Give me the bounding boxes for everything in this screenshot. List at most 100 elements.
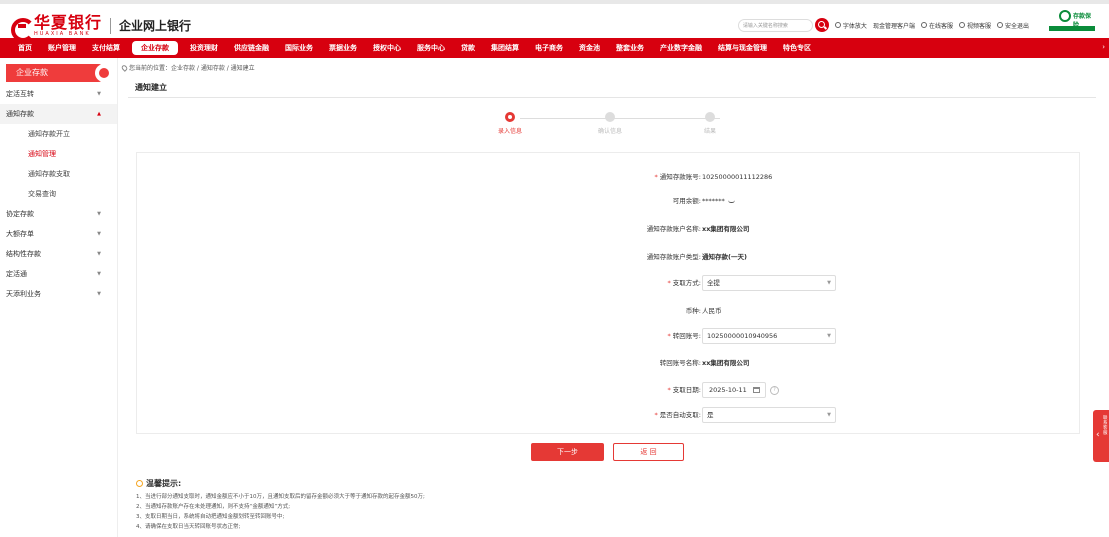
sidebar-subitem[interactable]: 交易查询 (0, 184, 117, 204)
nav-item[interactable]: 结算与现金管理 (710, 38, 775, 58)
nav-item[interactable]: 企业存款 (132, 41, 178, 55)
tip-item: 3、支取日期当日，系统将自动把通知金额划转至转回账号中; (136, 514, 285, 520)
field-transfer-account-name: 转回账号名称: xx集团有限公司 (137, 355, 1081, 371)
account-name-value: xx集团有限公司 (702, 225, 750, 233)
top-header: 华夏银行 HUAXIA BANK 企业网上银行 请输入关键名称搜索 字体放大 现… (0, 0, 1109, 42)
chevron-left-icon: ‹ (1096, 430, 1100, 440)
chevron-down-icon: ▼ (827, 412, 831, 418)
deposit-insurance-logo: 存款保险 (1049, 10, 1095, 36)
tip-item: 1、当进行部分通知支取时，通知金额应不小于10万，且通知支取后的留存金额必须大于… (136, 494, 425, 500)
deposit-insurance-icon (1059, 10, 1071, 22)
chevron-down-icon: ▼ (97, 291, 101, 297)
field-currency: 币种: 人民币 (137, 303, 1081, 319)
nav-item[interactable]: 国际业务 (277, 38, 321, 58)
calendar-icon[interactable] (753, 387, 760, 393)
nav-item[interactable]: 授权中心 (365, 38, 409, 58)
tips-section: 温馨提示: 1、当进行部分通知支取时，通知金额应不小于10万，且通知支取后的留存… (136, 478, 1036, 532)
bank-logo[interactable]: 华夏银行 HUAXIA BANK 企业网上银行 (10, 14, 191, 42)
sidebar-item[interactable]: 通知存款 ▲ (0, 104, 117, 124)
cash-mgmt-client-link[interactable]: 现金管理客户端 (873, 21, 915, 30)
field-account-no: * 通知存款账号: 10250000011112286 (137, 169, 1081, 185)
chevron-down-icon: ▼ (97, 231, 101, 237)
chevron-down-icon: ▼ (827, 280, 831, 286)
online-service-link[interactable]: 在线客服 (920, 21, 953, 30)
sidebar-subitem[interactable]: 通知存款开立 (0, 124, 117, 144)
search-icon[interactable] (814, 18, 829, 32)
tip-item: 2、当通知存款账户存在未处理通知，则不支持“金额通知”方式; (136, 504, 291, 510)
chevron-down-icon: ▼ (97, 271, 101, 277)
nav-item[interactable]: 特色专区 (775, 38, 819, 58)
field-auto-withdraw: * 是否自动支取: 是 ▼ (137, 407, 1081, 423)
chevron-down-icon: ▼ (97, 251, 101, 257)
title-divider (128, 97, 1096, 98)
power-icon (996, 22, 1003, 28)
nav-item[interactable]: 首页 (10, 38, 40, 58)
field-account-type: 通知存款账户类型: 通知存款(一天) (137, 249, 1081, 265)
withdraw-method-select[interactable]: 全提 ▼ (702, 275, 836, 291)
nav-item[interactable]: 票据业务 (321, 38, 365, 58)
font-zoom-link[interactable]: 字体放大 (834, 21, 867, 30)
header-tools: 请输入关键名称搜索 字体放大 现金管理客户端 在线客服 视频客服 安全退出 (737, 18, 1029, 32)
chevron-down-icon: ▼ (97, 91, 101, 97)
step-input: 录入信息 (480, 112, 540, 135)
step-result: 结果 (680, 112, 740, 135)
zoom-icon (834, 22, 841, 28)
nav-item[interactable]: 资金池 (571, 38, 608, 58)
tips-title: 温馨提示: (136, 478, 1036, 489)
step-confirm: 确认信息 (580, 112, 640, 135)
sidebar-item[interactable]: 大额存单 ▼ (0, 224, 117, 244)
sidebar-menu: 定活互转 ▼ 通知存款 ▲ 通知存款开立 通知管理 通知存款支取 交易查询 协定存款 ▼ 大额存单 ▼… (0, 84, 117, 304)
breadcrumb: 您当前的位置：企业存款 / 通知存款 / 通知建立 (120, 63, 255, 72)
auto-withdraw-select[interactable]: 是 ▼ (702, 407, 836, 423)
field-account-name: 通知存款账户名称: xx集团有限公司 (137, 221, 1081, 237)
show-balance-icon[interactable] (727, 200, 735, 203)
sidebar-subitem[interactable]: 通知管理 (0, 144, 117, 164)
sidebar-subitem[interactable]: 通知存款支取 (0, 164, 117, 184)
sidebar-item[interactable]: 结构性存款 ▼ (0, 244, 117, 264)
chat-icon (920, 22, 927, 28)
chevron-down-icon: ▼ (827, 333, 831, 339)
withdraw-date-input[interactable]: 2025-10-11 (702, 382, 766, 398)
balance-value: ******* (702, 197, 725, 205)
nav-item[interactable]: 产业数字金融 (652, 38, 710, 58)
sidebar-item[interactable]: 协定存款 ▼ (0, 204, 117, 224)
video-service-link[interactable]: 视频客服 (958, 21, 991, 30)
main-nav: 首页 账户管理 支付结算 企业存款 投资理财 供应链金融 国际业务 票据业务 授权中心 服务中心贷… (0, 38, 1109, 58)
next-button[interactable]: 下一步 (531, 443, 604, 461)
step-dot-icon (605, 112, 615, 122)
float-service-tab[interactable]: ‹ 联系客服 (1093, 410, 1109, 462)
field-withdraw-method: * 支取方式: 全提 ▼ (137, 275, 1081, 291)
nav-item[interactable]: 投资理财 (182, 38, 226, 58)
logo-divider (110, 17, 112, 34)
nav-item[interactable]: 整套业务 (608, 38, 652, 58)
nav-item[interactable]: 支付结算 (84, 38, 128, 58)
form-panel: * 通知存款账号: 10250000011112286 可用余额: *******… (136, 152, 1080, 434)
nav-more-icon[interactable]: › (1102, 43, 1105, 51)
nav-item[interactable]: 供应链金融 (226, 38, 277, 58)
step-dot-icon (705, 112, 715, 122)
field-withdraw-date: * 支取日期: 2025-10-11 ? (137, 382, 1081, 398)
search-input[interactable]: 请输入关键名称搜索 (737, 18, 813, 32)
sidebar-item[interactable]: 定活互转 ▼ (0, 84, 117, 104)
huaxia-logo-icon (10, 16, 35, 42)
page-title: 通知建立 (135, 83, 167, 92)
step-dot-icon (505, 112, 515, 122)
chevron-up-icon: ▲ (97, 111, 101, 117)
nav-item[interactable]: 贷款 (453, 38, 483, 58)
lightbulb-icon (136, 480, 143, 487)
help-icon[interactable]: ? (770, 385, 779, 395)
nav-item[interactable]: 电子商务 (527, 38, 571, 58)
sidebar-item[interactable]: 天添利业务 ▼ (0, 284, 117, 304)
nav-item[interactable]: 账户管理 (40, 38, 84, 58)
nav-item[interactable]: 集团结算 (483, 38, 527, 58)
account-type-value: 通知存款(一天) (702, 253, 747, 261)
nav-item[interactable]: 服务中心 (409, 38, 453, 58)
transfer-account-select[interactable]: 10250000010940956 ▼ (702, 328, 836, 344)
location-pin-icon (120, 63, 129, 72)
sidebar-header-decoration (95, 64, 113, 82)
field-transfer-account: * 转回账号: 10250000010940956 ▼ (137, 328, 1081, 344)
sidebar-item[interactable]: 定活通 ▼ (0, 264, 117, 284)
chevron-down-icon: ▼ (97, 211, 101, 217)
logout-link[interactable]: 安全退出 (996, 21, 1029, 30)
back-button[interactable]: 返 回 (613, 443, 684, 461)
